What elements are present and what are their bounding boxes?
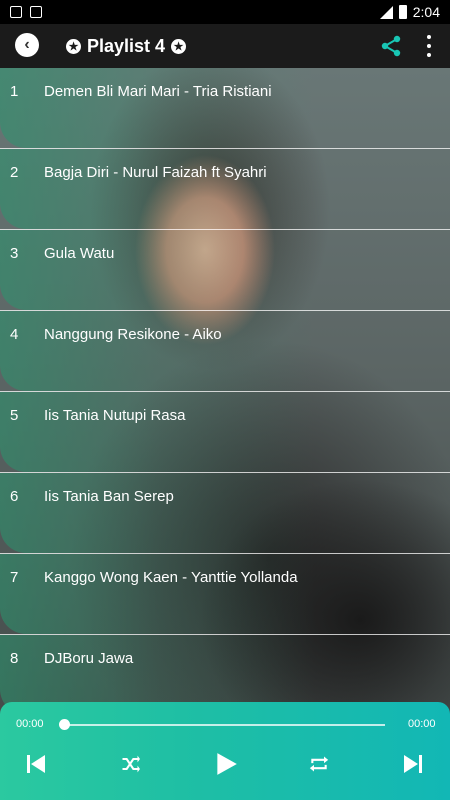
shuffle-button[interactable] (116, 750, 144, 778)
shuffle-icon (122, 755, 140, 773)
song-list: 1 Demen Bli Mari Mari - Tria Ristiani 2 … (0, 68, 450, 716)
repeat-button[interactable] (305, 750, 333, 778)
song-row[interactable]: 3 Gula Watu (0, 230, 450, 311)
song-title: DJBoru Jawa (44, 650, 134, 667)
song-title: Kanggo Wong Kaen - Yanttie Yollanda (44, 569, 298, 586)
share-icon (381, 35, 401, 57)
seek-bar[interactable] (65, 724, 385, 726)
song-row[interactable]: 4 Nanggung Resikone - Aiko (0, 311, 450, 392)
player-bar: 00:00 00:00 (0, 702, 450, 800)
previous-button[interactable] (22, 750, 50, 778)
play-button[interactable] (212, 750, 240, 778)
song-title: Demen Bli Mari Mari - Tria Ristiani (44, 83, 272, 100)
star-badge-icon: ★ (66, 38, 81, 54)
song-title: Iis Tania Ban Serep (44, 488, 174, 505)
song-number: 4 (10, 326, 19, 343)
song-number: 6 (10, 488, 19, 505)
song-title: Nanggung Resikone - Aiko (44, 326, 222, 343)
battery-icon (398, 5, 407, 19)
song-number: 2 (10, 164, 19, 181)
seek-handle[interactable] (59, 719, 70, 730)
more-vert-icon (427, 35, 431, 39)
song-row[interactable]: 2 Bagja Diri - Nurul Faizah ft Syahri (0, 149, 450, 230)
share-button[interactable] (378, 33, 404, 59)
song-title: Bagja Diri - Nurul Faizah ft Syahri (44, 164, 267, 181)
chevron-left-icon: ‹ (24, 36, 30, 53)
elapsed-time: 00:00 (16, 718, 44, 730)
star-badge-icon: ★ (171, 38, 187, 54)
song-number: 3 (10, 245, 19, 262)
app-notification-icon (30, 6, 42, 18)
next-button[interactable] (399, 750, 427, 778)
duration-time: 00:00 (408, 718, 436, 730)
skip-next-icon (404, 755, 422, 773)
repeat-icon (309, 756, 329, 772)
song-row[interactable]: 1 Demen Bli Mari Mari - Tria Ristiani (0, 68, 450, 149)
song-number: 7 (10, 569, 19, 586)
image-notification-icon (10, 6, 22, 18)
signal-icon (379, 5, 393, 19)
song-number: 1 (10, 83, 19, 100)
song-title: Gula Watu (44, 245, 115, 262)
song-number: 8 (10, 650, 19, 667)
song-row[interactable]: 6 Iis Tania Ban Serep (0, 473, 450, 554)
skip-previous-icon (27, 755, 45, 773)
more-options-button[interactable] (418, 35, 440, 57)
song-row[interactable]: 7 Kanggo Wong Kaen - Yanttie Yollanda (0, 554, 450, 635)
play-icon (217, 753, 237, 775)
song-number: 5 (10, 407, 19, 424)
playlist-title: Playlist 4 (87, 35, 166, 56)
status-bar: 2:04 (0, 0, 450, 24)
song-title: Iis Tania Nutupi Rasa (44, 407, 186, 424)
app-bar: ‹ ★ Playlist 4 ★ (0, 24, 450, 68)
back-button[interactable]: ‹ (15, 33, 39, 57)
status-time: 2:04 (412, 4, 440, 20)
page-title: ★ Playlist 4 ★ (66, 24, 187, 68)
song-row[interactable]: 5 Iis Tania Nutupi Rasa (0, 392, 450, 473)
